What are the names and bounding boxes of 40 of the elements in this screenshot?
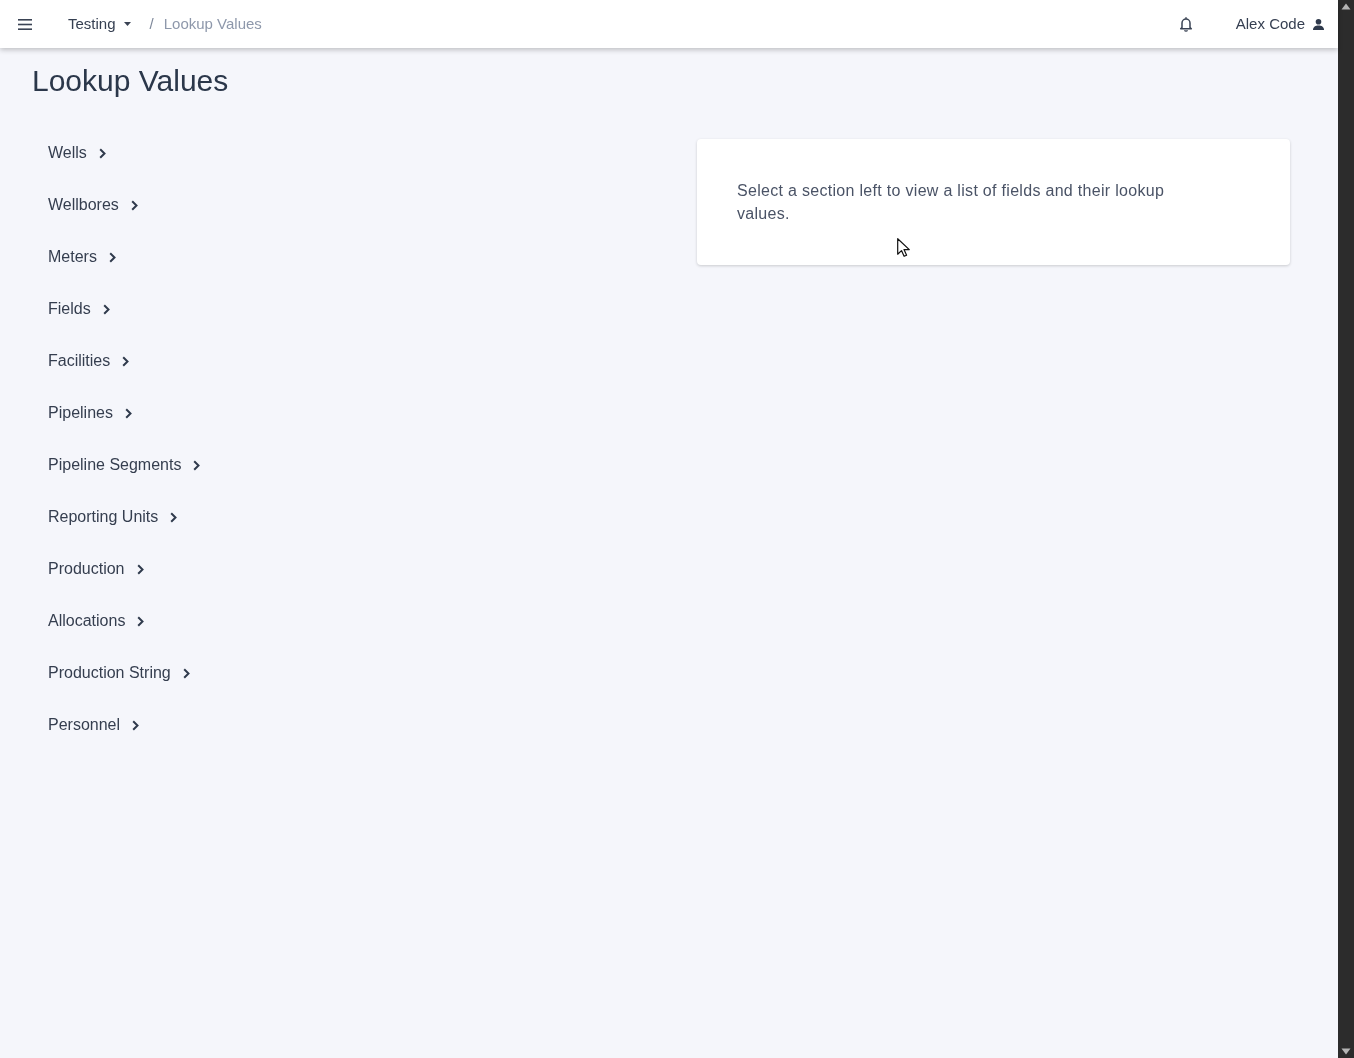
scroll-down-icon[interactable] xyxy=(1341,1048,1351,1055)
section-link[interactable]: Facilities xyxy=(32,335,146,387)
chevron-right-icon xyxy=(170,511,178,523)
scrollbar[interactable] xyxy=(1338,0,1354,1058)
section-link[interactable]: Production xyxy=(32,543,160,595)
chevron-right-icon xyxy=(124,407,132,419)
person-icon xyxy=(1313,18,1324,30)
menu-button[interactable] xyxy=(18,18,32,30)
page-title: Lookup Values xyxy=(32,63,230,99)
section-link[interactable]: Production String xyxy=(32,647,206,699)
notifications-button[interactable] xyxy=(1178,16,1193,32)
mouse-cursor-icon xyxy=(897,238,910,257)
bell-icon xyxy=(1178,16,1193,32)
section-link[interactable]: Meters xyxy=(32,231,132,283)
chevron-right-icon xyxy=(102,303,110,315)
section-link[interactable]: Reporting Units xyxy=(32,491,194,543)
chevron-right-icon xyxy=(136,563,144,575)
chevron-right-icon xyxy=(137,615,145,627)
chevron-right-icon xyxy=(182,667,190,679)
section-link[interactable]: Wells xyxy=(32,127,122,179)
chevron-right-icon xyxy=(130,199,138,211)
chevron-right-icon xyxy=(132,719,140,731)
section-link[interactable]: Wellbores xyxy=(32,179,154,231)
section-link[interactable]: Allocations xyxy=(32,595,161,647)
breadcrumb-dropdown[interactable]: Testing xyxy=(68,12,131,36)
chevron-right-icon xyxy=(122,355,130,367)
section-link[interactable]: Pipeline Segments xyxy=(32,439,217,491)
breadcrumb-current: Lookup Values xyxy=(163,13,262,34)
menu-icon xyxy=(18,18,32,30)
scroll-up-icon[interactable] xyxy=(1341,3,1351,10)
breadcrumb-separator: / xyxy=(149,13,154,34)
section-link[interactable]: Personnel xyxy=(32,699,156,751)
chevron-right-icon xyxy=(98,147,106,159)
chevron-right-icon xyxy=(193,459,201,471)
chevron-right-icon xyxy=(108,251,116,263)
user-menu-button[interactable]: Alex Code xyxy=(1235,12,1324,36)
caret-down-icon xyxy=(123,22,131,26)
section-link[interactable]: Pipelines xyxy=(32,387,148,439)
section-link[interactable]: Fields xyxy=(32,283,126,335)
info-message: Select a section left to view a list of fields and their lookup values. xyxy=(737,181,1166,224)
